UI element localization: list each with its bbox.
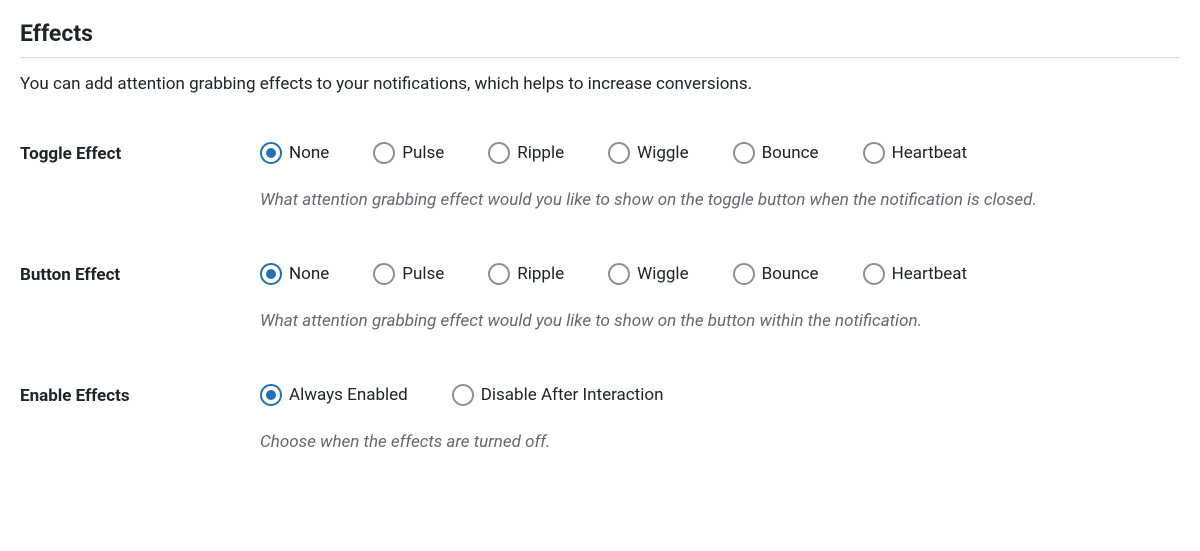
enable-effects-radio-always[interactable]: Always Enabled [260, 384, 408, 406]
radio-icon [608, 142, 630, 164]
radio-icon [260, 384, 282, 406]
section-description: You can add attention grabbing effects t… [20, 74, 1180, 94]
radio-label: Wiggle [637, 143, 688, 163]
section-title: Effects [20, 20, 1180, 58]
radio-icon [733, 142, 755, 164]
radio-label: Disable After Interaction [481, 385, 664, 405]
toggle-effect-radio-none[interactable]: None [260, 142, 329, 164]
radio-label: Bounce [762, 264, 819, 284]
enable-effects-radio-disable-after[interactable]: Disable After Interaction [452, 384, 664, 406]
enable-effects-control: Always Enabled Disable After Interaction… [260, 384, 1180, 457]
radio-label: Heartbeat [892, 264, 968, 284]
button-effect-control: None Pulse Ripple Wiggle Bounce Heartbea… [260, 263, 1180, 336]
radio-icon [863, 263, 885, 285]
toggle-effect-radio-pulse[interactable]: Pulse [373, 142, 444, 164]
radio-icon [260, 263, 282, 285]
toggle-effect-radio-group: None Pulse Ripple Wiggle Bounce Heartbea… [260, 142, 1180, 164]
toggle-effect-control: None Pulse Ripple Wiggle Bounce Heartbea… [260, 142, 1180, 215]
button-effect-help: What attention grabbing effect would you… [260, 307, 1180, 336]
button-effect-radio-ripple[interactable]: Ripple [488, 263, 564, 285]
setting-enable-effects: Enable Effects Always Enabled Disable Af… [20, 384, 1180, 457]
radio-label: Always Enabled [289, 385, 408, 405]
radio-icon [260, 142, 282, 164]
enable-effects-label: Enable Effects [20, 384, 260, 406]
toggle-effect-radio-bounce[interactable]: Bounce [733, 142, 819, 164]
radio-label: Pulse [402, 264, 444, 284]
radio-icon [373, 142, 395, 164]
setting-toggle-effect: Toggle Effect None Pulse Ripple Wiggle B… [20, 142, 1180, 215]
radio-icon [488, 263, 510, 285]
radio-label: None [289, 143, 329, 163]
radio-label: Ripple [517, 264, 564, 284]
enable-effects-radio-group: Always Enabled Disable After Interaction [260, 384, 1180, 406]
button-effect-label: Button Effect [20, 263, 260, 285]
radio-icon [373, 263, 395, 285]
radio-icon [733, 263, 755, 285]
toggle-effect-radio-wiggle[interactable]: Wiggle [608, 142, 688, 164]
button-effect-radio-bounce[interactable]: Bounce [733, 263, 819, 285]
radio-label: None [289, 264, 329, 284]
toggle-effect-help: What attention grabbing effect would you… [260, 186, 1180, 215]
toggle-effect-radio-ripple[interactable]: Ripple [488, 142, 564, 164]
radio-label: Ripple [517, 143, 564, 163]
enable-effects-help: Choose when the effects are turned off. [260, 428, 1180, 457]
toggle-effect-label: Toggle Effect [20, 142, 260, 164]
toggle-effect-radio-heartbeat[interactable]: Heartbeat [863, 142, 968, 164]
radio-label: Pulse [402, 143, 444, 163]
button-effect-radio-heartbeat[interactable]: Heartbeat [863, 263, 968, 285]
button-effect-radio-group: None Pulse Ripple Wiggle Bounce Heartbea… [260, 263, 1180, 285]
button-effect-radio-none[interactable]: None [260, 263, 329, 285]
radio-icon [608, 263, 630, 285]
radio-icon [488, 142, 510, 164]
setting-button-effect: Button Effect None Pulse Ripple Wiggle B… [20, 263, 1180, 336]
radio-label: Wiggle [637, 264, 688, 284]
button-effect-radio-wiggle[interactable]: Wiggle [608, 263, 688, 285]
radio-label: Heartbeat [892, 143, 968, 163]
radio-label: Bounce [762, 143, 819, 163]
button-effect-radio-pulse[interactable]: Pulse [373, 263, 444, 285]
radio-icon [452, 384, 474, 406]
radio-icon [863, 142, 885, 164]
